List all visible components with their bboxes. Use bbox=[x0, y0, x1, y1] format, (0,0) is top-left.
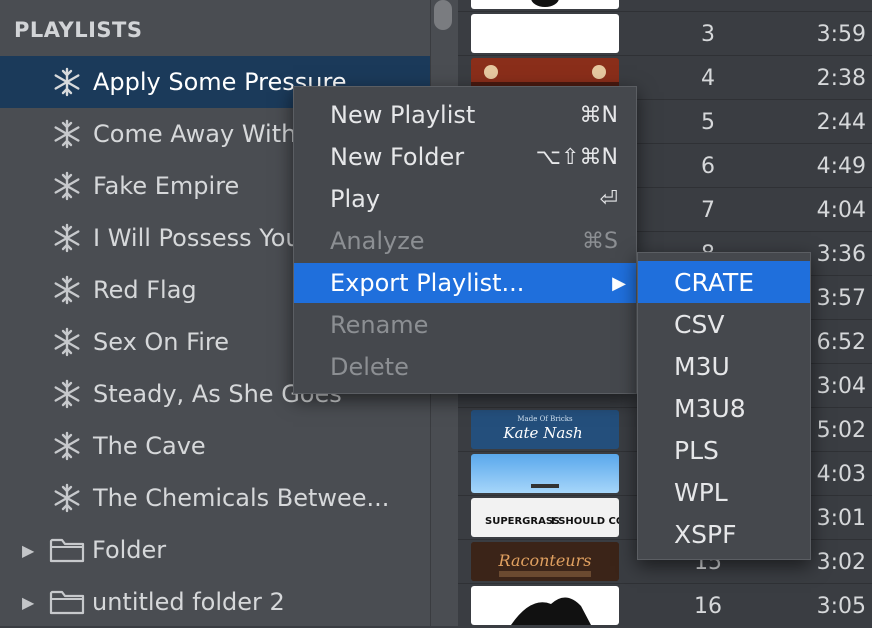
track-duration: 5:02 bbox=[816, 418, 866, 443]
menu-item-label: Delete bbox=[330, 353, 409, 381]
table-row[interactable]: 16 3:05 bbox=[458, 583, 872, 628]
album-art-title: Raconteurs bbox=[498, 551, 592, 570]
menu-item-label: Play bbox=[330, 185, 381, 213]
track-duration: 2:38 bbox=[816, 66, 866, 91]
sidebar-item-label: Folder bbox=[92, 536, 167, 564]
export-submenu: CRATE CSV M3U M3U8 PLS WPL XSPF bbox=[637, 252, 811, 560]
track-duration: 2:44 bbox=[816, 110, 866, 135]
album-art bbox=[471, 0, 619, 9]
menu-item-label: Rename bbox=[330, 311, 429, 339]
album-art-title: Kate Nash bbox=[502, 424, 582, 442]
smart-playlist-icon bbox=[50, 169, 84, 203]
smart-playlist-icon bbox=[50, 429, 84, 463]
menu-item-analyze: Analyze ⌘S bbox=[294, 221, 636, 261]
scrollbar-thumb[interactable] bbox=[434, 0, 452, 30]
sidebar-item-label: Red Flag bbox=[93, 276, 197, 304]
smart-playlist-icon bbox=[50, 221, 84, 255]
disclosure-triangle-icon[interactable]: ▶ bbox=[22, 541, 40, 560]
album-art: Made Of Bricks Kate Nash bbox=[471, 410, 619, 449]
sidebar-item-the-chemicals-between-us[interactable]: The Chemicals Betwee... bbox=[0, 472, 430, 524]
submenu-arrow-icon: ▶ bbox=[612, 272, 626, 294]
track-number: 3 bbox=[701, 22, 715, 47]
track-duration: 4:03 bbox=[816, 462, 866, 487]
submenu-item-label: CRATE bbox=[674, 267, 755, 297]
menu-item-delete: Delete bbox=[294, 347, 636, 387]
playlists-header: PLAYLISTS bbox=[14, 18, 143, 42]
menu-item-label: Analyze bbox=[330, 227, 425, 255]
sidebar-item-label: Fake Empire bbox=[93, 172, 240, 200]
smart-playlist-icon bbox=[50, 377, 84, 411]
smart-playlist-icon bbox=[50, 65, 84, 99]
submenu-item-label: M3U8 bbox=[674, 393, 746, 423]
shortcut-label: ⌘S bbox=[582, 228, 618, 254]
track-number: 5 bbox=[701, 110, 715, 135]
track-duration: 3:02 bbox=[816, 550, 866, 575]
menu-item-new-folder[interactable]: New Folder ⌥⇧⌘N bbox=[294, 137, 636, 177]
sidebar-item-label: untitled folder 2 bbox=[92, 588, 285, 616]
menu-item-label: New Folder bbox=[330, 143, 465, 171]
album-art-subtitle: Made Of Bricks bbox=[517, 415, 573, 423]
album-art bbox=[471, 586, 619, 625]
submenu-item-xspf[interactable]: XSPF bbox=[638, 513, 810, 555]
return-key-icon: ⏎ bbox=[599, 186, 618, 212]
album-art bbox=[471, 454, 619, 493]
menu-item-label: New Playlist bbox=[330, 101, 476, 129]
submenu-item-label: M3U bbox=[674, 351, 730, 381]
track-number: 16 bbox=[694, 594, 722, 619]
disclosure-triangle-icon[interactable]: ▶ bbox=[22, 593, 40, 612]
context-menu: New Playlist ⌘N New Folder ⌥⇧⌘N Play ⏎ A… bbox=[293, 86, 637, 394]
submenu-item-crate[interactable]: CRATE bbox=[638, 261, 810, 303]
menu-item-new-playlist[interactable]: New Playlist ⌘N bbox=[294, 95, 636, 135]
track-number: 6 bbox=[701, 154, 715, 179]
submenu-item-label: PLS bbox=[674, 435, 719, 465]
sidebar-folder-untitled-folder-2[interactable]: ▶ untitled folder 2 bbox=[0, 576, 430, 628]
menu-item-rename: Rename bbox=[294, 305, 636, 345]
album-art bbox=[471, 14, 619, 53]
sidebar-item-label: Sex On Fire bbox=[93, 328, 229, 356]
submenu-item-csv[interactable]: CSV bbox=[638, 303, 810, 345]
album-art: Raconteurs bbox=[471, 542, 619, 581]
folder-icon bbox=[48, 585, 86, 619]
track-duration: 3:04 bbox=[816, 374, 866, 399]
submenu-item-label: CSV bbox=[674, 309, 725, 339]
album-art-band: SUPERGRASS bbox=[485, 516, 560, 527]
track-duration: 6:52 bbox=[816, 330, 866, 355]
track-duration: 3:59 bbox=[816, 22, 866, 47]
submenu-item-m3u8[interactable]: M3U8 bbox=[638, 387, 810, 429]
shortcut-label: ⌘N bbox=[579, 102, 618, 128]
track-duration: 3:01 bbox=[816, 506, 866, 531]
sidebar-folder-folder[interactable]: ▶ Folder bbox=[0, 524, 430, 576]
track-duration: 3:57 bbox=[816, 286, 866, 311]
shortcut-label: ⌥⇧⌘N bbox=[535, 144, 618, 170]
submenu-item-label: XSPF bbox=[674, 519, 737, 549]
track-number: 4 bbox=[701, 66, 715, 91]
track-duration: 3:05 bbox=[816, 594, 866, 619]
table-row[interactable]: 3 3:59 bbox=[458, 11, 872, 56]
smart-playlist-icon bbox=[50, 325, 84, 359]
submenu-item-wpl[interactable]: WPL bbox=[638, 471, 810, 513]
smart-playlist-icon bbox=[50, 273, 84, 307]
track-duration: 4:04 bbox=[816, 198, 866, 223]
smart-playlist-icon bbox=[50, 117, 84, 151]
menu-item-label: Export Playlist... bbox=[330, 269, 525, 297]
album-art: SUPERGRASSI SHOULD COCO bbox=[471, 498, 619, 537]
track-duration: 4:49 bbox=[816, 154, 866, 179]
submenu-item-m3u[interactable]: M3U bbox=[638, 345, 810, 387]
folder-icon bbox=[48, 533, 86, 567]
album-art-song: I SHOULD COCO bbox=[551, 516, 619, 527]
sidebar-item-label: The Chemicals Betwee... bbox=[93, 484, 390, 512]
track-number: 7 bbox=[701, 198, 715, 223]
submenu-item-pls[interactable]: PLS bbox=[638, 429, 810, 471]
menu-item-play[interactable]: Play ⏎ bbox=[294, 179, 636, 219]
smart-playlist-icon bbox=[50, 481, 84, 515]
sidebar-item-label: The Cave bbox=[93, 432, 206, 460]
sidebar-item-the-cave[interactable]: The Cave bbox=[0, 420, 430, 472]
track-duration: 3:36 bbox=[816, 242, 866, 267]
submenu-item-label: WPL bbox=[674, 477, 728, 507]
menu-item-export-playlist[interactable]: Export Playlist... ▶ bbox=[294, 263, 636, 303]
